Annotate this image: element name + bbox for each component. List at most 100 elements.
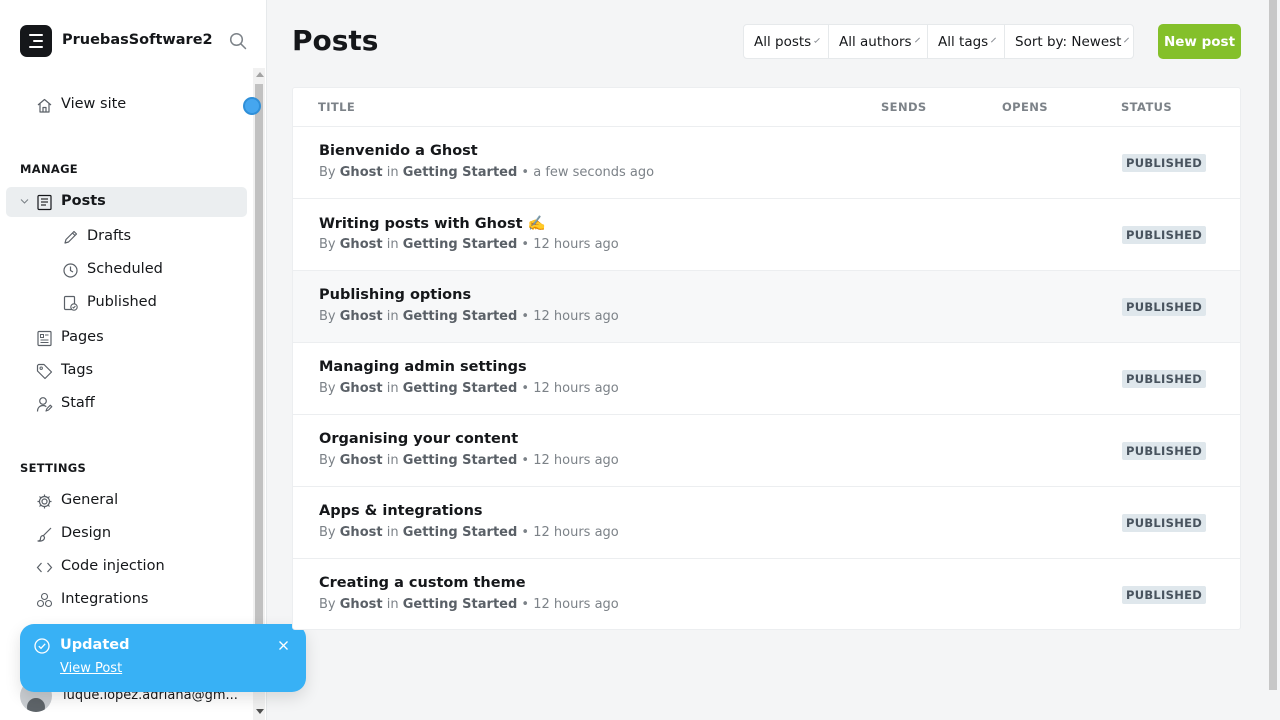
post-author: Ghost — [339, 381, 383, 396]
sidebar-item-code-injection[interactable]: Code injection — [20, 552, 247, 582]
sidebar-item-tags[interactable]: Tags — [20, 356, 247, 386]
main-scrollbar[interactable] — [1266, 0, 1280, 720]
filter-label: All tags — [938, 33, 989, 50]
post-tag: Getting Started — [402, 525, 518, 540]
post-title[interactable]: Managing admin settings — [319, 359, 527, 375]
filter-label: All posts — [754, 33, 812, 50]
site-logo-icon[interactable] — [20, 25, 52, 57]
meta-in: in — [386, 381, 399, 396]
sidebar-item-general[interactable]: General — [20, 486, 247, 516]
sidebar-item-drafts[interactable]: Drafts — [20, 222, 247, 252]
status-badge: PUBLISHED — [1122, 226, 1207, 244]
post-tag: Getting Started — [402, 237, 518, 252]
sidebar-item-pages[interactable]: Pages — [20, 323, 247, 353]
status-badge: PUBLISHED — [1122, 514, 1207, 532]
filter-post-type[interactable]: All posts — [744, 25, 829, 58]
post-title[interactable]: Publishing options — [319, 287, 471, 303]
sidebar-scrollbar-thumb[interactable] — [255, 84, 263, 624]
post-time: • 12 hours ago — [521, 453, 619, 468]
table-row[interactable]: Organising your content By Ghost in Gett… — [293, 414, 1240, 486]
sidebar-item-posts[interactable]: Posts — [6, 187, 247, 217]
gear-icon — [37, 494, 52, 509]
table-row[interactable]: Managing admin settings By Ghost in Gett… — [293, 342, 1240, 414]
sidebar-item-staff[interactable]: Staff — [20, 389, 247, 419]
table-row[interactable]: Apps & integrations By Ghost in Getting … — [293, 486, 1240, 558]
notification-dot[interactable] — [243, 97, 261, 115]
sidebar-item-published[interactable]: Published — [20, 288, 247, 318]
post-title[interactable]: Organising your content — [319, 431, 518, 447]
meta-by: By — [319, 381, 336, 396]
post-tag: Getting Started — [402, 309, 518, 324]
pages-icon — [37, 330, 52, 347]
search-icon[interactable] — [229, 32, 247, 50]
chevron-down-icon — [814, 36, 820, 43]
meta-in: in — [386, 237, 399, 252]
sidebar-item-label: Design — [61, 525, 112, 541]
clock-icon — [63, 263, 78, 278]
post-title[interactable]: Apps & integrations — [319, 503, 483, 519]
filter-label: All authors — [839, 33, 912, 50]
sidebar-item-scheduled[interactable]: Scheduled — [20, 255, 247, 285]
new-post-button[interactable]: New post — [1158, 24, 1241, 59]
home-icon — [37, 98, 52, 113]
table-row[interactable]: Publishing options By Ghost in Getting S… — [293, 270, 1240, 342]
post-title[interactable]: Bienvenido a Ghost — [319, 143, 478, 159]
column-header-sends: SENDS — [881, 100, 927, 114]
scroll-up-arrow-icon[interactable] — [256, 72, 264, 77]
table-row[interactable]: Writing posts with Ghost ✍️ By Ghost in … — [293, 198, 1240, 270]
view-post-link[interactable]: View Post — [60, 661, 122, 676]
post-time: • 12 hours ago — [521, 525, 619, 540]
scroll-down-arrow-icon[interactable] — [256, 709, 264, 714]
post-tag: Getting Started — [402, 381, 518, 396]
sidebar-item-label: Scheduled — [87, 261, 163, 277]
sidebar-item-label: Staff — [61, 395, 95, 411]
sidebar-item-label: Posts — [61, 193, 106, 209]
chevron-down-icon[interactable] — [20, 197, 29, 206]
post-title[interactable]: Writing posts with Ghost ✍️ — [319, 215, 546, 232]
meta-by: By — [319, 309, 336, 324]
sidebar-item-integrations[interactable]: Integrations — [20, 585, 247, 615]
table-row[interactable]: Bienvenido a Ghost By Ghost in Getting S… — [293, 126, 1240, 198]
post-meta: By Ghost in Getting Started • a few seco… — [319, 165, 654, 180]
filter-author[interactable]: All authors — [829, 25, 928, 58]
post-author: Ghost — [339, 237, 383, 252]
main-content: Posts All posts All authors All tags Sor… — [268, 0, 1266, 720]
filter-tag[interactable]: All tags — [928, 25, 1005, 58]
view-site-link[interactable]: View site — [20, 90, 247, 120]
sidebar-item-design[interactable]: Design — [20, 519, 247, 549]
status-badge: PUBLISHED — [1122, 298, 1207, 316]
post-title[interactable]: Creating a custom theme — [319, 575, 526, 591]
brush-icon — [37, 527, 52, 542]
status-badge: PUBLISHED — [1122, 586, 1207, 604]
filter-sort[interactable]: Sort by: Newest — [1005, 25, 1133, 58]
meta-in: in — [386, 165, 399, 180]
post-author: Ghost — [339, 165, 383, 180]
table-row[interactable]: Creating a custom theme By Ghost in Gett… — [293, 558, 1240, 630]
chevron-down-icon — [991, 37, 997, 42]
chevron-down-icon — [914, 37, 920, 42]
filter-label: Sort by: Newest — [1015, 33, 1122, 50]
meta-in: in — [386, 597, 399, 612]
pencil-icon — [64, 230, 78, 244]
post-meta: By Ghost in Getting Started • 12 hours a… — [319, 597, 619, 612]
status-badge: PUBLISHED — [1122, 442, 1207, 460]
post-tag: Getting Started — [402, 165, 518, 180]
posts-table: TITLE SENDS OPENS STATUS Bienvenido a Gh… — [292, 87, 1241, 630]
post-time: • 12 hours ago — [521, 237, 619, 252]
post-author: Ghost — [339, 453, 383, 468]
post-author: Ghost — [339, 525, 383, 540]
settings-section-label: SETTINGS — [20, 461, 87, 475]
integrations-icon — [36, 592, 53, 608]
sidebar-header: PruebasSoftware2 — [20, 25, 252, 57]
column-header-opens: OPENS — [1002, 100, 1048, 114]
site-name[interactable]: PruebasSoftware2 — [62, 32, 213, 48]
sidebar-item-label: General — [61, 492, 119, 508]
sidebar-item-label: Tags — [61, 362, 94, 378]
post-tag: Getting Started — [402, 453, 518, 468]
main-scrollbar-thumb[interactable] — [1269, 0, 1277, 690]
published-icon — [63, 295, 78, 311]
staff-icon — [36, 397, 53, 412]
meta-by: By — [319, 237, 336, 252]
column-header-title[interactable]: TITLE — [318, 100, 355, 114]
post-time: • 12 hours ago — [521, 381, 619, 396]
